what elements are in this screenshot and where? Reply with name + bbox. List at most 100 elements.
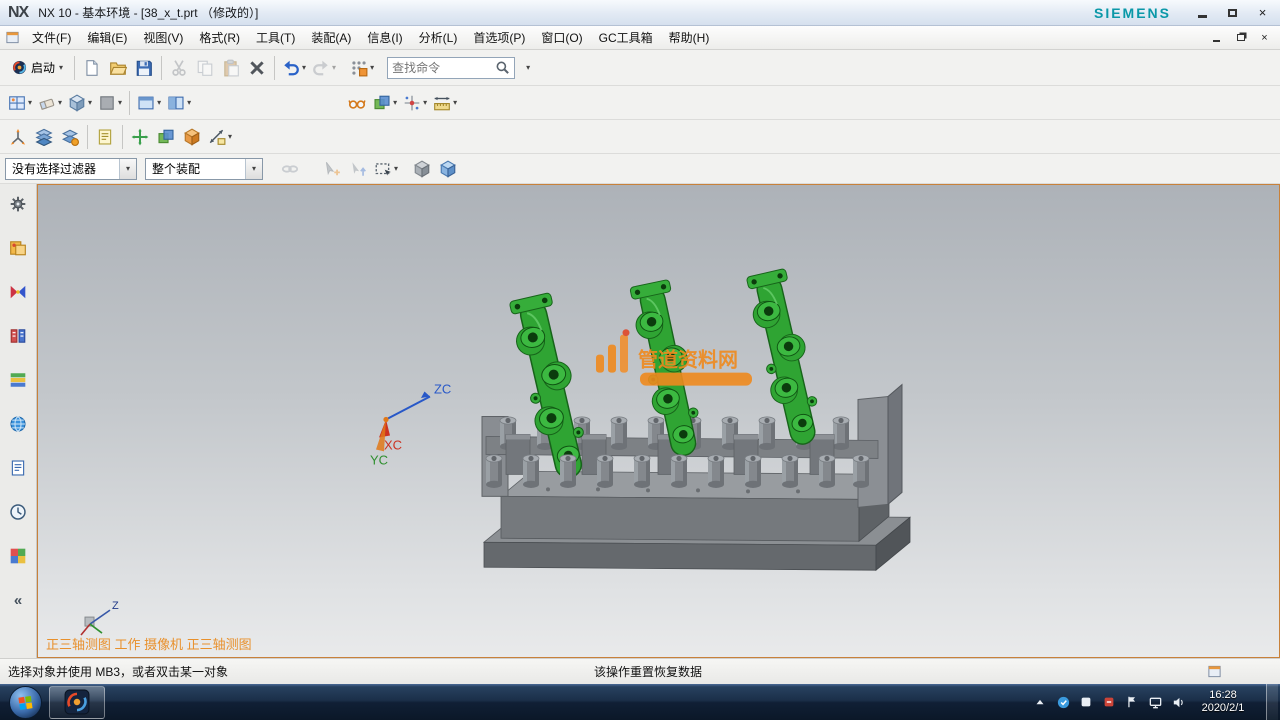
menu-format[interactable]: 格式(R) [191,25,248,50]
mdi-minimize-button[interactable] [1206,30,1227,45]
menu-preferences[interactable]: 首选项(P) [465,25,533,50]
history-clock-icon [9,503,27,521]
paste-button[interactable] [218,55,244,81]
separator [122,125,123,149]
clock[interactable]: 16:28 2020/2/1 [1193,689,1253,715]
clip-section-button[interactable] [370,90,400,116]
notes-button[interactable] [8,458,28,478]
show-hide-button[interactable] [344,90,370,116]
interpart-link-button[interactable] [277,156,303,182]
command-search-box[interactable] [387,57,515,79]
rectangle-select-button[interactable] [371,156,401,182]
graphics-viewport[interactable]: ZC XC YC 管道资料网 Z 正三轴测图 [37,184,1280,658]
collapse-button[interactable]: « [8,590,28,610]
volume-button[interactable] [1170,694,1186,710]
speaker-icon [1171,695,1186,710]
datum-csys-button[interactable] [5,124,31,150]
select-add-button[interactable] [319,156,345,182]
annotation-button[interactable] [92,124,118,150]
eraser-button[interactable] [35,90,65,116]
dropdown-arrow-icon [187,99,191,107]
transparent-solid-button[interactable] [435,156,461,182]
new-file-button[interactable] [79,55,105,81]
reuse-library-button[interactable] [8,370,28,390]
menu-edit[interactable]: 编辑(E) [79,25,135,50]
menu-gc-toolbox[interactable]: GC工具箱 [591,25,661,50]
delete-button[interactable] [244,55,270,81]
select-top-button[interactable] [345,156,371,182]
constraint-navigator-icon [9,283,27,301]
tray-expand-button[interactable] [1032,694,1048,710]
selection-scope-combo[interactable]: 整个装配 [145,158,263,180]
highlight-solid-button[interactable] [409,156,435,182]
document-icon [9,459,27,477]
internet-globe-icon [9,415,27,433]
constraint-navigator-button[interactable] [8,282,28,302]
background-button[interactable] [95,90,125,116]
undo-icon [282,59,300,77]
dimension-icon [208,128,226,146]
history-button[interactable] [8,502,28,522]
wcs-triad[interactable]: ZC XC YC [370,382,451,468]
mdi-close-button[interactable]: × [1254,30,1275,45]
menu-information[interactable]: 信息(I) [359,25,410,50]
menu-file[interactable]: 文件(F) [24,25,79,50]
layer-category-button[interactable] [57,124,83,150]
web-browser-button[interactable] [8,414,28,434]
menu-assemblies[interactable]: 装配(A) [303,25,359,50]
tray-update-button[interactable] [1055,694,1071,710]
command-grid-icon [350,59,368,77]
tray-security-button[interactable] [1101,694,1117,710]
action-center-button[interactable] [1124,694,1140,710]
save-button[interactable] [131,55,157,81]
measure-distance-button[interactable] [205,124,235,150]
maximize-button[interactable] [1219,4,1246,22]
measure-button[interactable] [430,90,460,116]
search-icon [495,60,510,75]
copy-button[interactable] [192,55,218,81]
cut-button[interactable] [166,55,192,81]
assembly-navigator-button[interactable] [8,238,28,258]
green-part-right[interactable] [744,268,826,449]
search-input[interactable] [392,61,495,75]
menu-help[interactable]: 帮助(H) [661,25,718,50]
snap-point-button[interactable] [400,90,430,116]
selection-filter-combo[interactable]: 没有选择过滤器 [5,158,137,180]
view-window-button[interactable] [134,90,164,116]
layer-settings-button[interactable] [31,124,57,150]
start-menu-button[interactable]: 启动 [5,54,70,82]
redo-button[interactable] [309,55,339,81]
nx-start-icon [12,60,27,75]
menu-view[interactable]: 视图(V) [135,25,191,50]
menu-tools[interactable]: 工具(T) [248,25,303,50]
network-button[interactable] [1147,694,1163,710]
search-options-button[interactable] [515,55,541,81]
render-style-button[interactable] [65,90,95,116]
window-layout-button[interactable] [5,90,35,116]
menu-analysis[interactable]: 分析(L) [411,25,466,50]
status-bar: 选择对象并使用 MB3，或者双击某一对象 该操作重置恢复数据 [0,658,1280,684]
status-doc-icon[interactable] [1207,664,1222,679]
close-button[interactable]: × [1249,4,1276,22]
palette-icon [9,547,27,565]
start-orb-button[interactable] [9,686,42,719]
show-desktop-button[interactable] [1266,684,1278,720]
taskbar-nx-app-button[interactable] [49,686,105,719]
tray-app-button[interactable] [1078,694,1094,710]
roles-button[interactable] [8,194,28,214]
assembly-clip-button[interactable] [153,124,179,150]
snap-point-icon [403,94,421,112]
repeat-command-button[interactable] [347,55,377,81]
palette-button[interactable] [8,546,28,566]
split-view-button[interactable] [164,90,194,116]
part-navigator-button[interactable] [8,326,28,346]
undo-button[interactable] [279,55,309,81]
dropdown-arrow-icon [526,64,530,72]
bounding-box-button[interactable] [179,124,205,150]
mdi-restore-button[interactable] [1230,30,1251,45]
open-button[interactable] [105,55,131,81]
menu-window[interactable]: 窗口(O) [533,25,590,50]
move-object-button[interactable] [127,124,153,150]
fixture-assembly[interactable] [482,268,910,570]
minimize-button[interactable] [1189,4,1216,22]
